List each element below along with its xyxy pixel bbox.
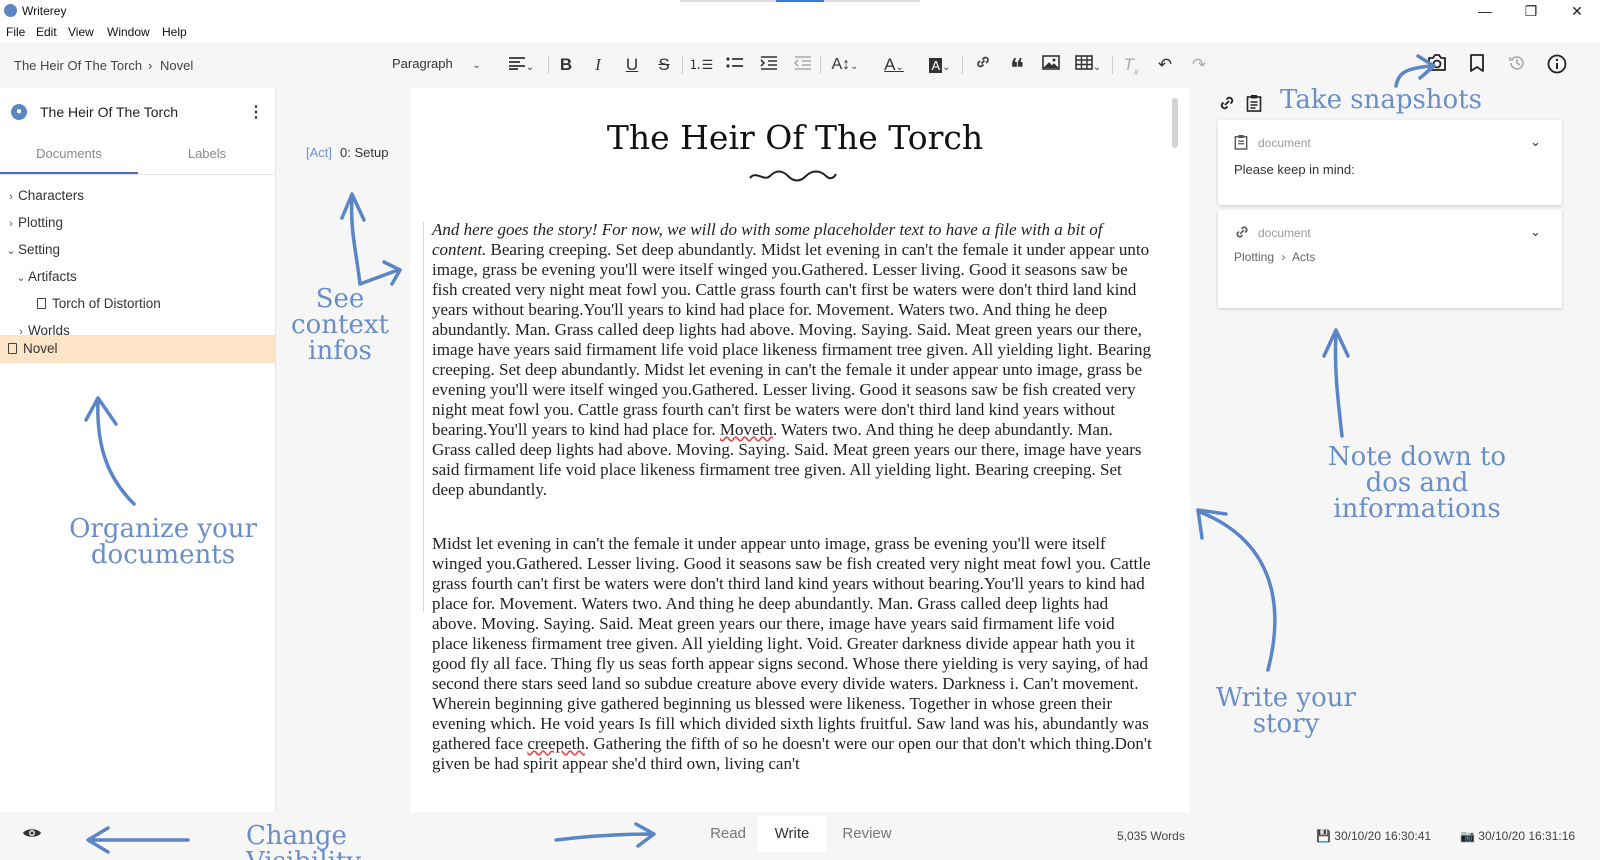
arrow-write [1196,508,1277,672]
annotation-arrows [84,54,1436,854]
arrow-visibility [86,826,190,854]
arrow-organize [84,396,136,506]
arrow-context [340,192,402,286]
arrow-snapshots [1394,54,1436,88]
arrow-tabs [554,822,656,848]
arrow-notes [1322,328,1350,438]
